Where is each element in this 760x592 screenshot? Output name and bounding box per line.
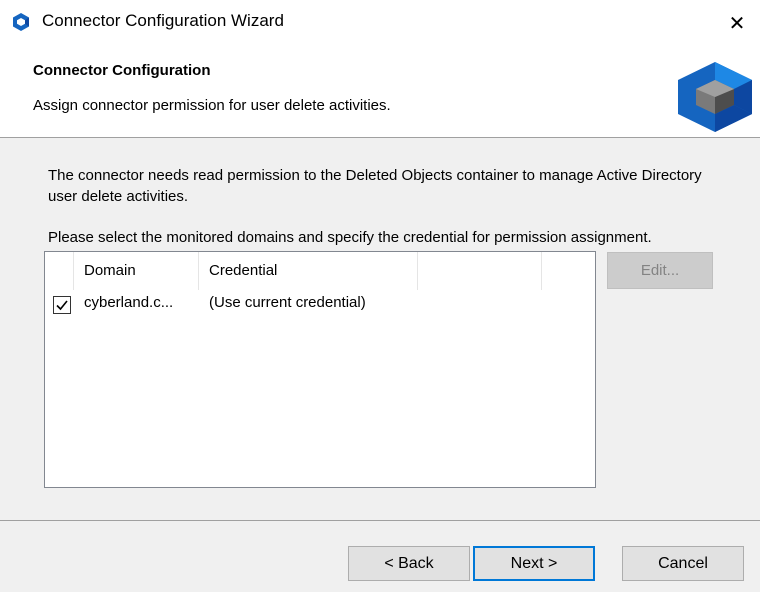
cancel-button[interactable]: Cancel: [622, 546, 744, 581]
page-subtitle: Assign connector permission for user del…: [33, 97, 391, 114]
edit-button[interactable]: Edit...: [607, 252, 713, 289]
wizard-header: Connector Configuration Assign connector…: [0, 46, 760, 138]
list-header: Domain Credential: [45, 252, 595, 290]
product-logo-icon: [678, 62, 752, 132]
column-header-credential[interactable]: Credential: [199, 252, 418, 290]
description-text: The connector needs read permission to t…: [48, 167, 702, 205]
domain-cell: cyberland.c...: [84, 294, 174, 311]
title-bar: Connector Configuration Wizard ✕: [0, 0, 760, 46]
checkmark-icon: [56, 300, 68, 311]
back-button[interactable]: < Back: [348, 546, 470, 581]
checkbox-column-header[interactable]: [45, 252, 74, 290]
table-row[interactable]: cyberland.c... (Use current credential): [45, 290, 595, 320]
domain-list[interactable]: Domain Credential cyberland.c... (Use cu…: [44, 251, 596, 488]
close-button[interactable]: ✕: [714, 0, 760, 46]
close-icon: ✕: [728, 12, 746, 35]
window-title: Connector Configuration Wizard: [42, 11, 284, 30]
domain-checkbox[interactable]: [53, 296, 71, 314]
page-title: Connector Configuration: [33, 62, 211, 79]
next-button[interactable]: Next >: [473, 546, 595, 581]
column-header-domain[interactable]: Domain: [74, 252, 199, 290]
credential-cell: (Use current credential): [209, 294, 366, 311]
app-icon: [13, 13, 29, 31]
instruction-text: Please select the monitored domains and …: [48, 229, 652, 246]
footer-divider: [0, 520, 760, 521]
column-header-empty[interactable]: [418, 252, 542, 290]
